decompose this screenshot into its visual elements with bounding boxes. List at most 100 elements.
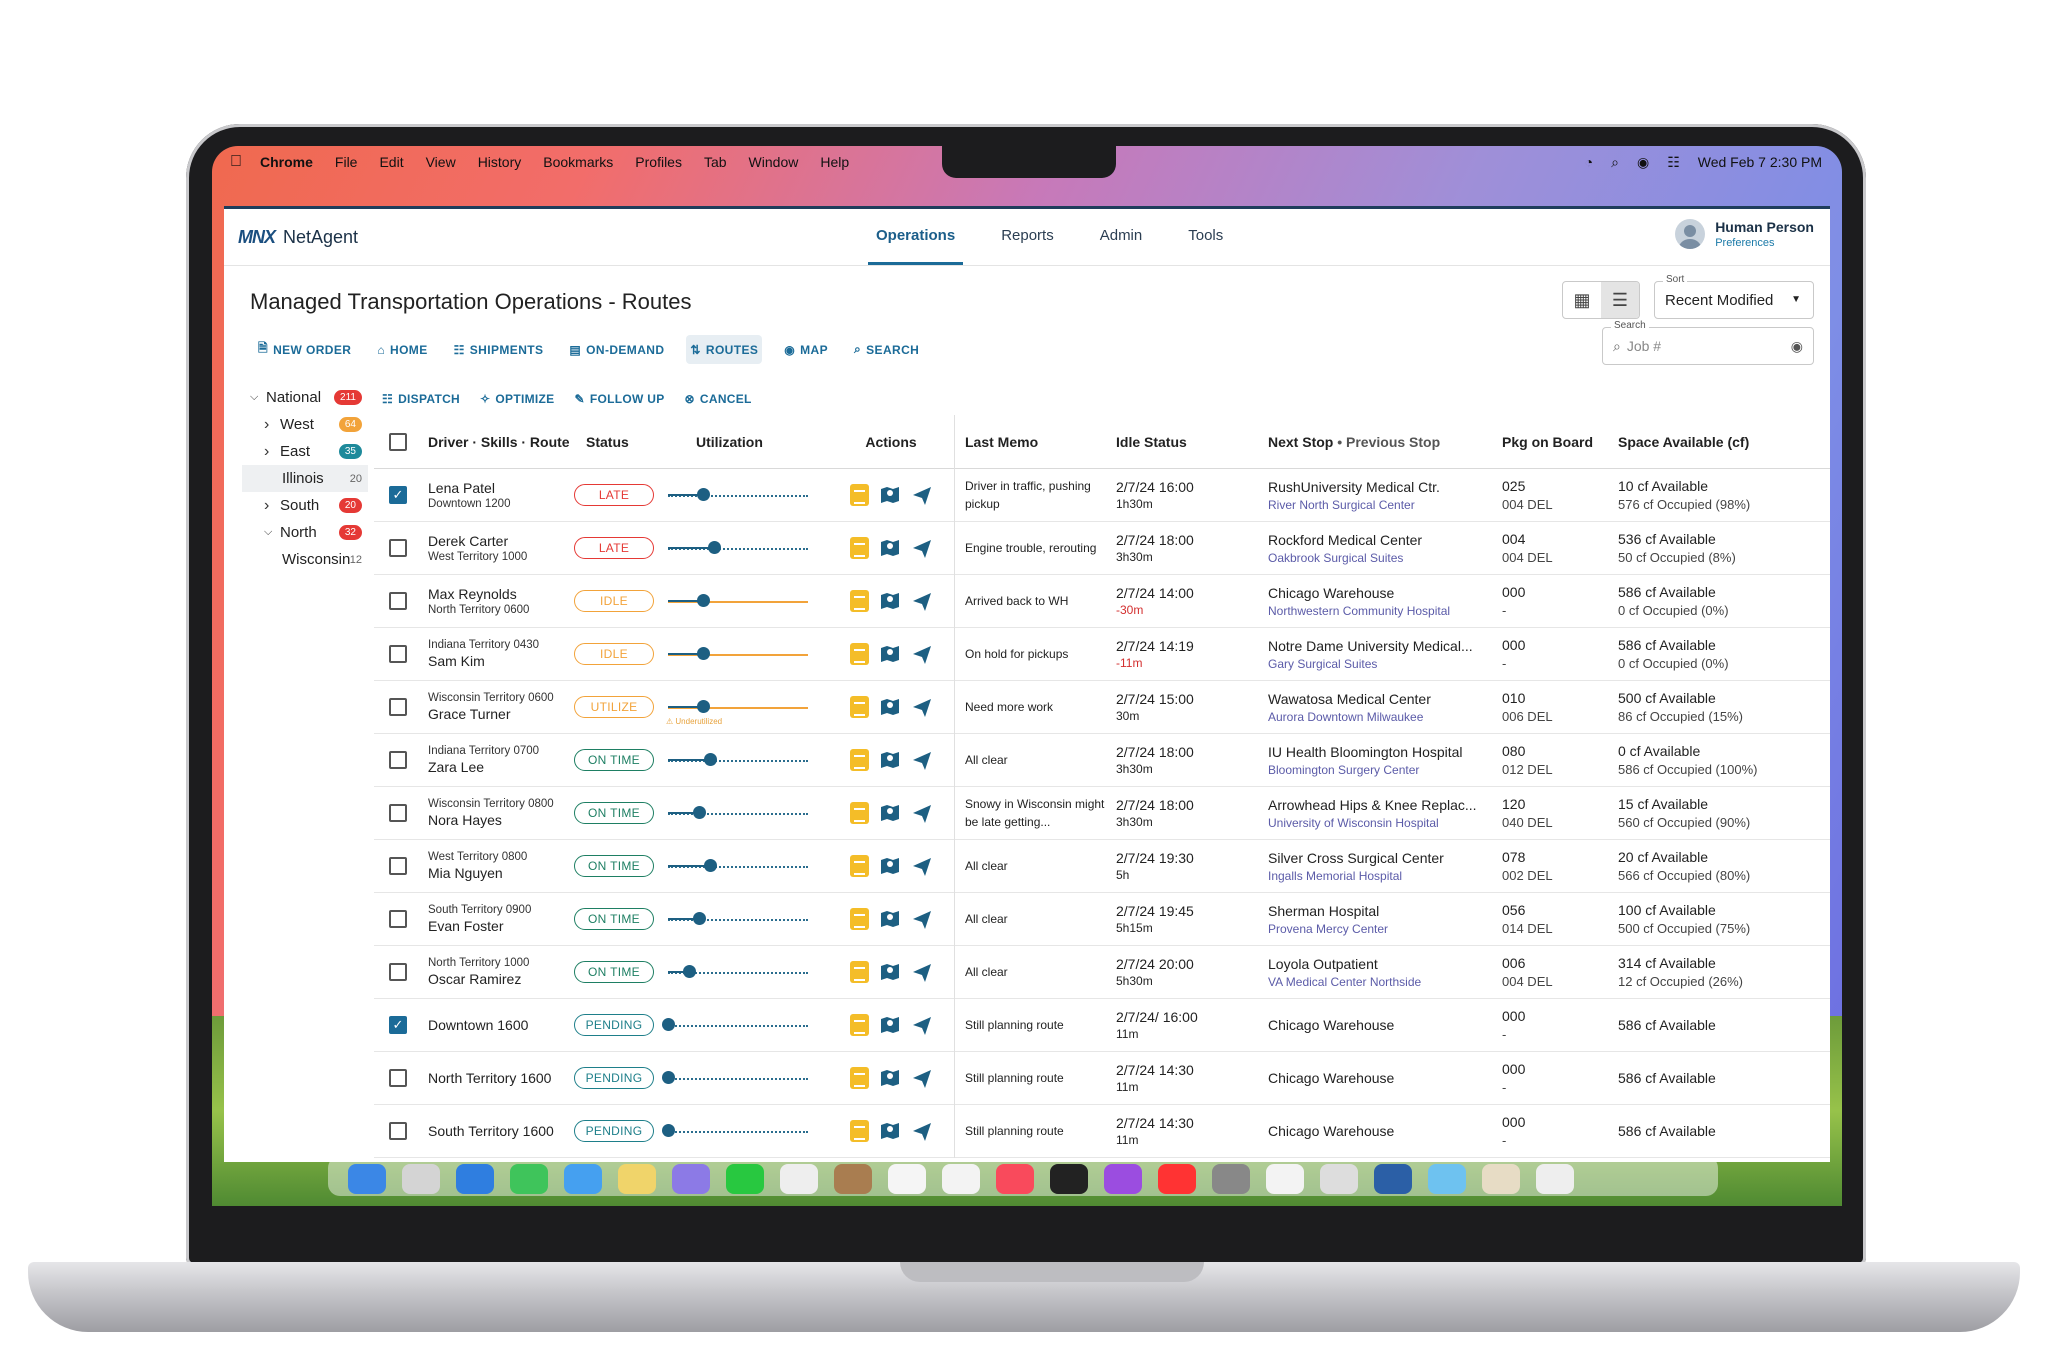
utilization-slider[interactable]	[658, 893, 828, 946]
menubar-app-name[interactable]: Chrome	[260, 154, 313, 170]
map-pin-icon[interactable]	[879, 1014, 901, 1036]
table-row[interactable]: Max Reynolds North Territory 0600 IDLE Arri…	[374, 574, 1830, 628]
map-pin-icon[interactable]	[879, 749, 901, 771]
map-pin-icon[interactable]	[879, 484, 901, 506]
previous-stop-link[interactable]: Gary Surgical Suites	[1268, 657, 1492, 671]
table-row[interactable]: Indiana Territory 0430 Sam Kim IDLE On hold…	[374, 627, 1830, 681]
select-all-checkbox[interactable]	[389, 432, 407, 451]
map-pin-icon[interactable]	[879, 696, 901, 718]
memo-icon[interactable]	[849, 1120, 869, 1142]
row-checkbox[interactable]	[389, 698, 407, 716]
sidebar-item-west[interactable]: › West 64	[242, 411, 368, 438]
row-checkbox[interactable]	[389, 857, 407, 875]
map-pin-icon[interactable]	[879, 590, 901, 612]
map-pin-icon[interactable]	[879, 1120, 901, 1142]
utilization-slider[interactable]	[658, 787, 828, 840]
map-pin-icon[interactable]	[879, 1067, 901, 1089]
sidebar-item-south[interactable]: › South 20	[242, 492, 368, 519]
utilization-slider[interactable]	[658, 999, 828, 1052]
memo-icon[interactable]	[849, 1014, 869, 1036]
row-checkbox[interactable]: ✓	[389, 1016, 407, 1034]
header-util[interactable]: Utilization	[658, 434, 828, 450]
header-pkg[interactable]: Pkg on Board	[1492, 434, 1614, 450]
memo-icon[interactable]	[849, 749, 869, 771]
send-icon[interactable]	[911, 537, 933, 559]
row-checkbox[interactable]: ✓	[389, 486, 407, 504]
row-checkbox[interactable]	[389, 539, 407, 557]
utilization-slider[interactable]	[658, 522, 828, 575]
send-icon[interactable]	[911, 590, 933, 612]
follow-up-button[interactable]: ✎ FOLLOW UP	[574, 392, 664, 406]
table-row[interactable]: ✓ Downtown 1600 PENDING Still planning rout…	[374, 998, 1830, 1052]
menubar-item-edit[interactable]: Edit	[379, 154, 403, 170]
eye-icon[interactable]: ◉	[1791, 338, 1803, 355]
slider-knob[interactable]	[697, 646, 710, 660]
table-row[interactable]: ✓ Lena Patel Downtown 1200 LATE Driver in tr…	[374, 468, 1830, 522]
chevron-down-icon[interactable]: ⌵	[264, 526, 280, 539]
table-row[interactable]: Wisconsin Territory 0600 Grace Turner UTIL…	[374, 680, 1830, 734]
tab-reports[interactable]: Reports	[993, 209, 1062, 265]
send-icon[interactable]	[911, 1120, 933, 1142]
table-row[interactable]: North Territory 1000 Oscar Ramirez ON TIME…	[374, 945, 1830, 999]
utilization-slider[interactable]	[658, 1105, 828, 1158]
slider-knob[interactable]	[708, 540, 722, 554]
slider-knob[interactable]	[704, 752, 717, 766]
previous-stop-link[interactable]: Oakbrook Surgical Suites	[1268, 551, 1492, 565]
row-checkbox[interactable]	[389, 592, 407, 610]
memo-icon[interactable]	[849, 484, 869, 506]
table-row[interactable]: Derek Carter West Territory 1000 LATE Engin…	[374, 521, 1830, 575]
previous-stop-link[interactable]: Ingalls Memorial Hospital	[1268, 869, 1492, 883]
map-pin-icon[interactable]	[879, 961, 901, 983]
row-checkbox[interactable]	[389, 963, 407, 981]
memo-icon[interactable]	[849, 537, 869, 559]
table-row[interactable]: North Territory 1600 PENDING Still plannin…	[374, 1051, 1830, 1105]
previous-stop-link[interactable]: River North Surgical Center	[1268, 498, 1492, 512]
previous-stop-link[interactable]: Northwestern Community Hospital	[1268, 604, 1492, 618]
send-icon[interactable]	[911, 961, 933, 983]
apple-icon[interactable]: 	[230, 153, 242, 171]
control-center-icon[interactable]: ☷	[1667, 154, 1680, 171]
memo-icon[interactable]	[849, 961, 869, 983]
spotlight-icon[interactable]: ⌕	[1611, 154, 1619, 171]
toolbar-home-button[interactable]: ⌂ HOME	[373, 335, 431, 364]
previous-stop-link[interactable]: Aurora Downtown Milwaukee	[1268, 710, 1492, 724]
row-checkbox[interactable]	[389, 804, 407, 822]
sidebar-item-east[interactable]: › East 35	[242, 438, 368, 465]
menubar-item-help[interactable]: Help	[820, 154, 849, 170]
send-icon[interactable]	[911, 696, 933, 718]
header-next[interactable]: Next Stop • Previous Stop	[1258, 434, 1492, 450]
toolbar-shipments-button[interactable]: ☷ SHIPMENTS	[450, 335, 548, 364]
header-memo[interactable]: Last Memo	[954, 414, 1106, 469]
send-icon[interactable]	[911, 802, 933, 824]
previous-stop-link[interactable]: VA Medical Center Northside	[1268, 975, 1492, 989]
map-pin-icon[interactable]	[879, 537, 901, 559]
search-input[interactable]: Search ⌕ Job # ◉	[1602, 320, 1814, 365]
toolbar-map-button[interactable]: ◉ MAP	[780, 335, 832, 364]
dispatch-button[interactable]: ☷ DISPATCH	[382, 392, 460, 406]
tab-operations[interactable]: Operations	[868, 209, 964, 265]
utilization-slider[interactable]	[658, 734, 828, 787]
slider-knob[interactable]	[697, 699, 710, 713]
utilization-slider[interactable]	[658, 469, 828, 522]
map-pin-icon[interactable]	[879, 802, 901, 824]
list-view-icon[interactable]: ☰	[1601, 282, 1639, 318]
chevron-right-icon[interactable]: ›	[264, 497, 280, 515]
slider-knob[interactable]	[692, 911, 706, 925]
previous-stop-link[interactable]: Provena Mercy Center	[1268, 922, 1492, 936]
sort-select[interactable]: Sort Recent Modified ▼	[1654, 274, 1814, 319]
sidebar-item-national[interactable]: ⌵ National 211	[242, 384, 368, 411]
logo[interactable]: MNX NetAgent	[238, 227, 358, 248]
header-status[interactable]: Status	[574, 434, 658, 450]
table-row[interactable]: Wisconsin Territory 0800 Nora Hayes ON TIM…	[374, 786, 1830, 840]
sidebar-item-wisconsin[interactable]: Wisconsin 12	[242, 546, 368, 573]
chevron-right-icon[interactable]: ›	[264, 443, 280, 461]
user-menu[interactable]: Human Person Preferences	[1675, 219, 1814, 249]
chevron-down-icon[interactable]: ⌵	[250, 391, 266, 404]
send-icon[interactable]	[911, 1014, 933, 1036]
slider-knob[interactable]	[662, 1070, 675, 1084]
slider-knob[interactable]	[704, 858, 717, 872]
avatar[interactable]	[1675, 219, 1706, 249]
cancel-button[interactable]: ⊗ CANCEL	[685, 392, 752, 406]
tab-admin[interactable]: Admin	[1092, 209, 1151, 265]
grid-view-icon[interactable]: ▦	[1563, 282, 1601, 318]
